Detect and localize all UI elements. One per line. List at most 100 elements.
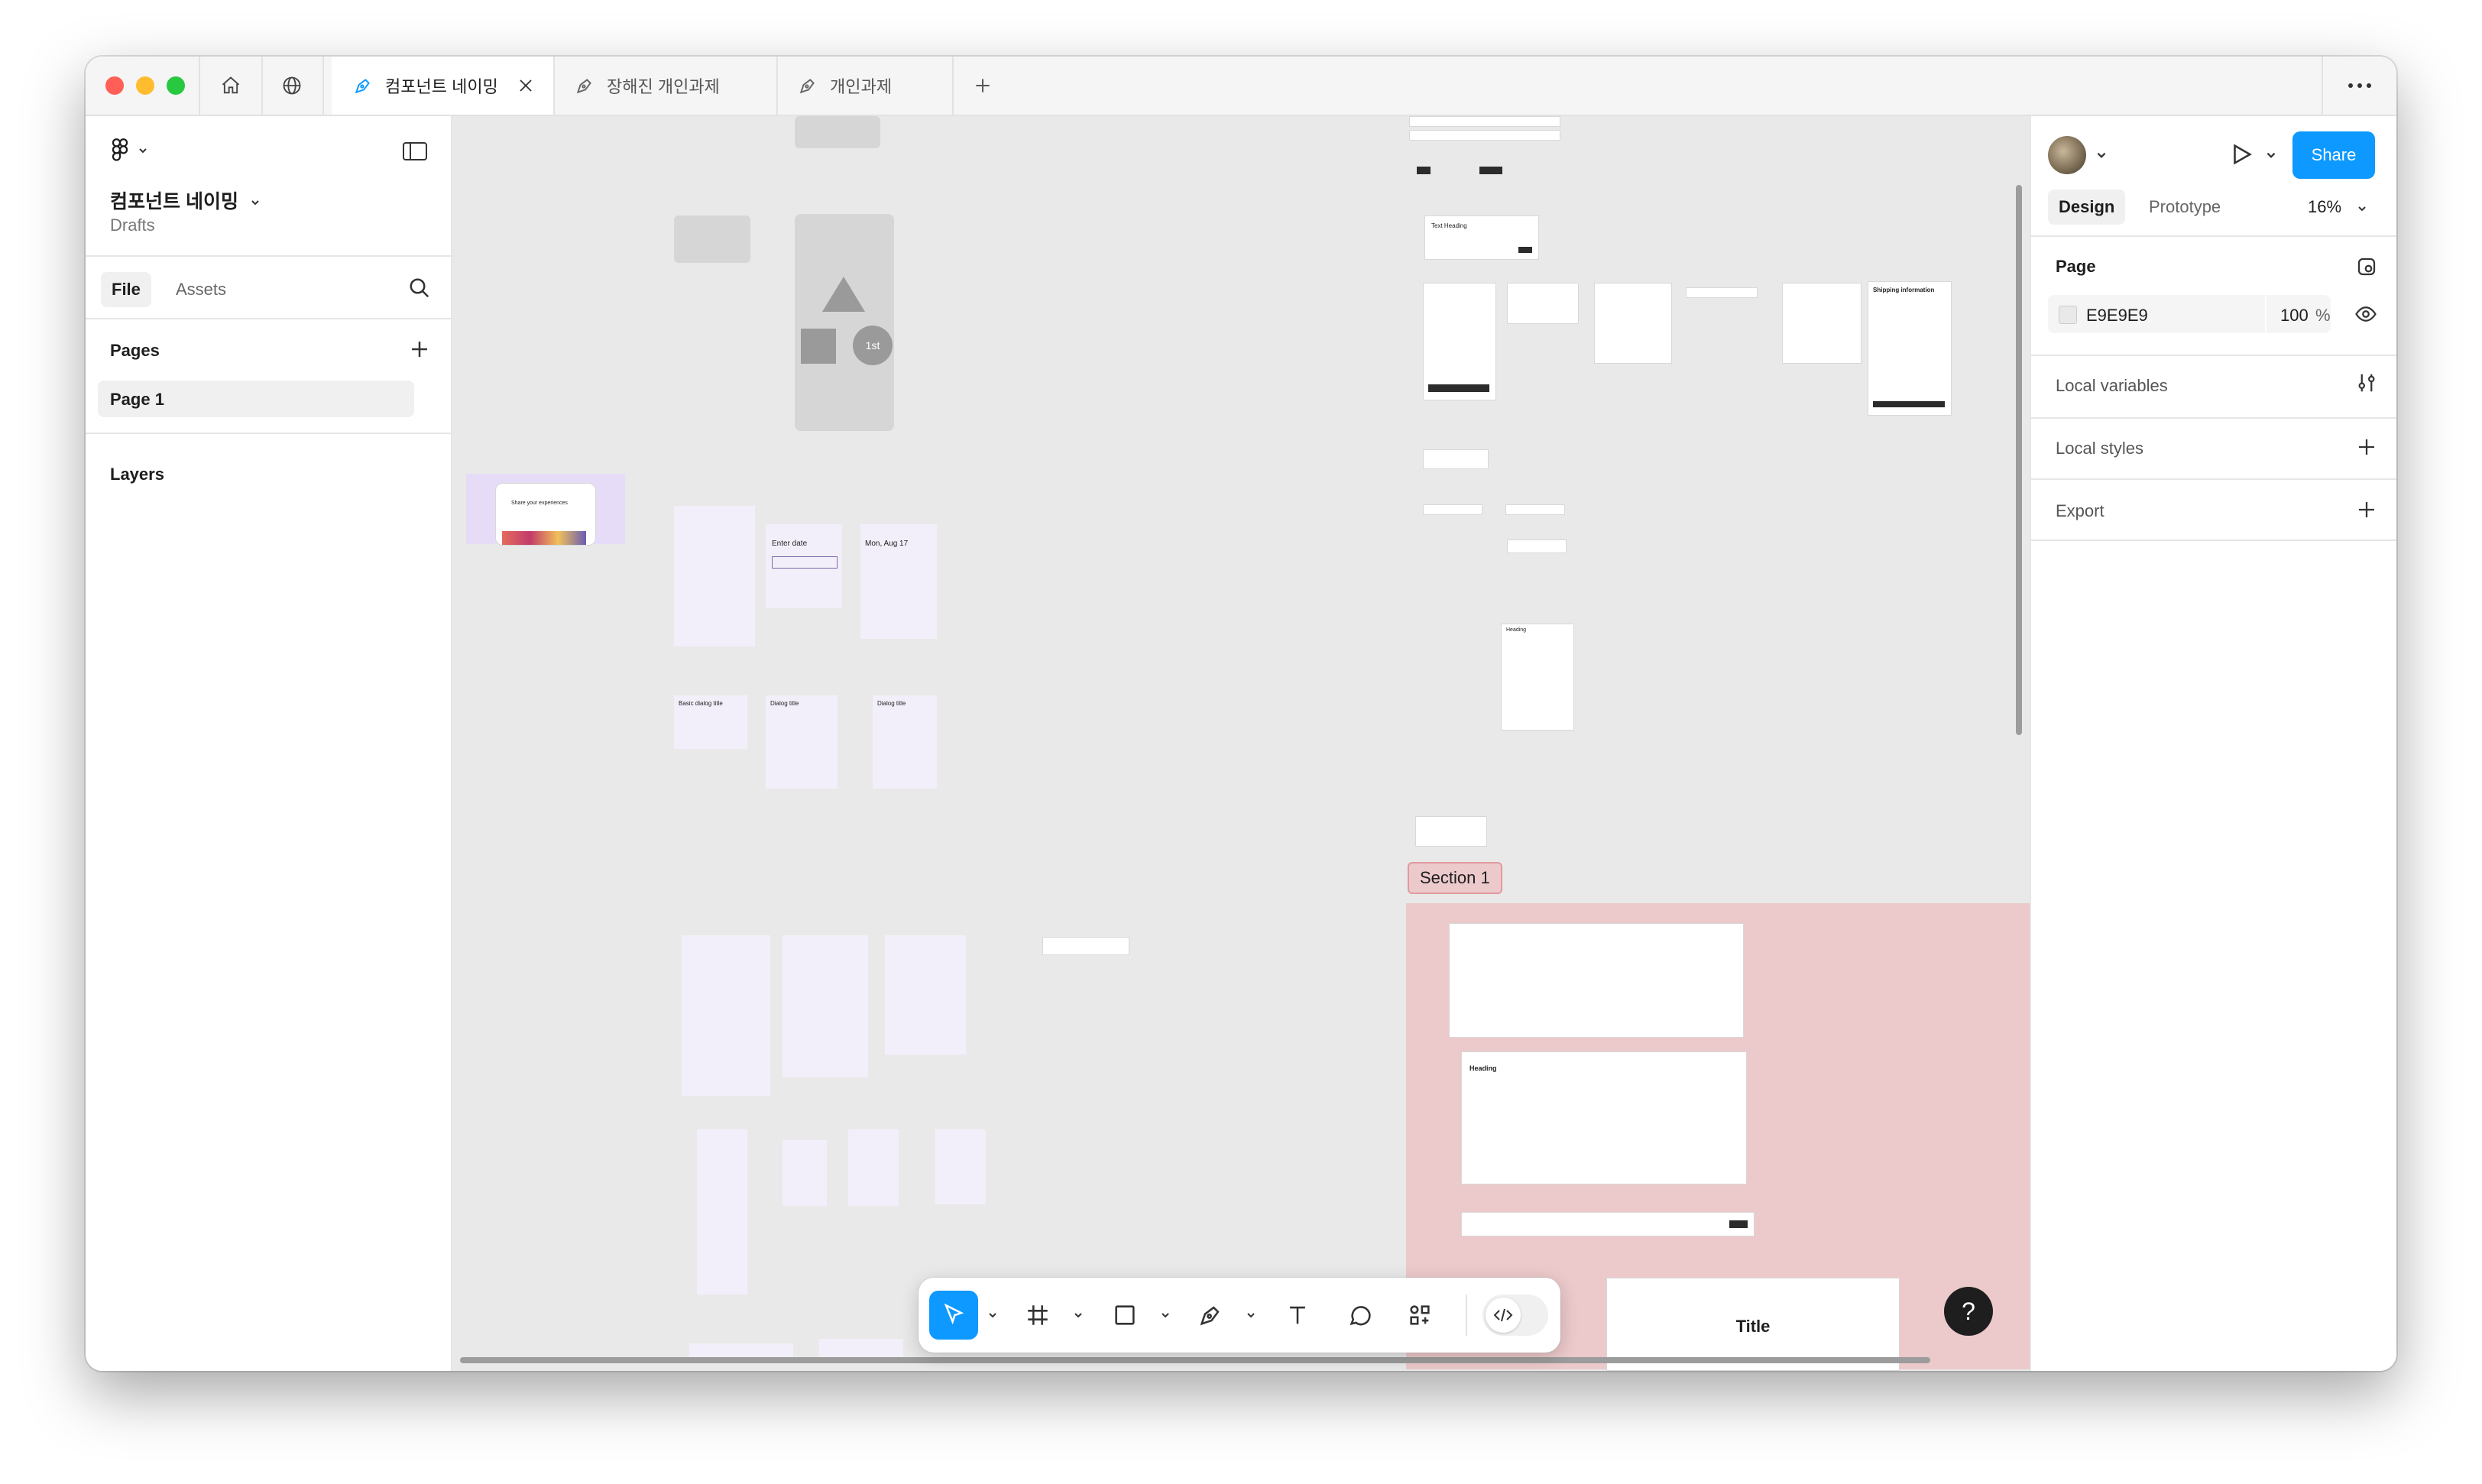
header-component[interactable] bbox=[1461, 1212, 1755, 1236]
dev-mode-toggle[interactable] bbox=[1482, 1294, 1548, 1336]
home-button[interactable] bbox=[199, 57, 263, 115]
canvas[interactable]: 1st Share your experiences Enter date Mo… bbox=[452, 116, 2030, 1371]
actions-tool-button[interactable] bbox=[1395, 1291, 1444, 1340]
date-input-component[interactable]: Enter date bbox=[766, 524, 842, 608]
avatar[interactable] bbox=[2048, 136, 2086, 174]
minimize-window-button[interactable] bbox=[136, 76, 154, 95]
form-component[interactable] bbox=[1594, 283, 1672, 364]
file-location[interactable]: Drafts bbox=[110, 215, 155, 235]
chevron-down-icon[interactable] bbox=[1246, 1311, 1256, 1319]
vertical-scrollbar[interactable] bbox=[2016, 185, 2022, 735]
divider bbox=[86, 318, 451, 319]
date-picker-component[interactable]: Mon, Aug 17 bbox=[860, 524, 937, 639]
select-field[interactable] bbox=[1505, 504, 1565, 515]
variables-button[interactable] bbox=[2355, 371, 2378, 398]
tab-assets[interactable]: Assets bbox=[176, 280, 226, 300]
select-field[interactable] bbox=[1409, 116, 1560, 127]
present-button[interactable] bbox=[2228, 141, 2254, 172]
zoom-control[interactable]: 16% bbox=[2308, 197, 2367, 217]
shape-tool-button[interactable] bbox=[1100, 1291, 1149, 1340]
add-style-button[interactable] bbox=[2355, 436, 2378, 462]
footer-component[interactable] bbox=[1449, 923, 1744, 1038]
shipping-form[interactable]: Shipping information bbox=[1868, 281, 1952, 416]
tab-file-2[interactable]: 장해진 개인과제 bbox=[553, 57, 778, 115]
chevron-down-icon[interactable] bbox=[2095, 150, 2108, 160]
color-swatch[interactable] bbox=[2059, 306, 2077, 324]
select-field[interactable] bbox=[1409, 130, 1560, 141]
local-styles[interactable]: Local styles bbox=[2056, 439, 2143, 458]
horizontal-scrollbar[interactable] bbox=[460, 1357, 1930, 1363]
select-field[interactable] bbox=[1423, 504, 1482, 515]
button-component[interactable] bbox=[1417, 167, 1431, 174]
menu-component[interactable]: Heading bbox=[1501, 624, 1574, 731]
main-menu-button[interactable] bbox=[110, 138, 148, 167]
frame-tool-button[interactable] bbox=[1013, 1291, 1062, 1340]
more-options-button[interactable] bbox=[2322, 57, 2396, 115]
community-button[interactable] bbox=[261, 57, 324, 115]
section-label[interactable]: Section 1 bbox=[1408, 862, 1502, 894]
shape-component[interactable] bbox=[674, 215, 750, 263]
layers-heading: Layers bbox=[110, 465, 164, 484]
local-variables[interactable]: Local variables bbox=[2056, 376, 2168, 396]
menu-component[interactable] bbox=[848, 1129, 899, 1206]
file-name[interactable]: 컴포넌트 네이밍 bbox=[110, 186, 261, 214]
feature-grid-component[interactable]: Heading bbox=[1461, 1051, 1747, 1184]
new-tab-button[interactable] bbox=[952, 57, 1013, 115]
move-tool-button[interactable] bbox=[929, 1291, 978, 1340]
divider bbox=[2031, 235, 2396, 237]
tab-design[interactable]: Design bbox=[2048, 190, 2126, 225]
form-component[interactable] bbox=[1507, 283, 1579, 324]
text-tool-button[interactable] bbox=[1273, 1291, 1322, 1340]
list-component[interactable] bbox=[885, 935, 966, 1055]
modal-button bbox=[1518, 247, 1532, 253]
page-color-field[interactable]: E9E9E9 100 % bbox=[2048, 295, 2331, 333]
input-field[interactable] bbox=[1423, 449, 1489, 469]
comment-tool-button[interactable] bbox=[1336, 1291, 1385, 1340]
menu-component[interactable] bbox=[697, 1129, 747, 1294]
pen-tool-button[interactable] bbox=[1186, 1291, 1235, 1340]
form-component[interactable] bbox=[1423, 283, 1496, 400]
image-placeholder[interactable]: 1st bbox=[795, 214, 894, 431]
tab-file-3[interactable]: 개인과제 bbox=[776, 57, 954, 115]
color-hex[interactable]: E9E9E9 bbox=[2086, 306, 2148, 326]
tab-prototype[interactable]: Prototype bbox=[2149, 197, 2221, 217]
dialog-component[interactable]: Basic dialog title bbox=[674, 695, 747, 749]
toggle-ui-button[interactable] bbox=[402, 141, 428, 166]
input-field[interactable] bbox=[1507, 539, 1567, 553]
opacity-value[interactable]: 100 bbox=[2280, 306, 2309, 326]
close-window-button[interactable] bbox=[105, 76, 124, 95]
chevron-down-icon[interactable] bbox=[987, 1311, 998, 1319]
list-component[interactable] bbox=[783, 935, 868, 1077]
card-component[interactable]: Share your experiences bbox=[466, 474, 625, 546]
list-component[interactable] bbox=[682, 935, 770, 1096]
tab-file[interactable]: File bbox=[101, 272, 151, 307]
list-item[interactable] bbox=[1042, 937, 1129, 955]
visibility-toggle[interactable] bbox=[2354, 303, 2378, 329]
dialog-component[interactable]: Dialog title bbox=[873, 695, 937, 789]
tab-file-1[interactable]: 컴포넌트 네이밍 bbox=[332, 57, 555, 115]
zoom-window-button[interactable] bbox=[167, 76, 185, 95]
button-component[interactable] bbox=[1479, 167, 1502, 174]
page-item-page-1[interactable]: Page 1 bbox=[98, 381, 414, 417]
notification-component[interactable] bbox=[1415, 816, 1487, 847]
help-button[interactable]: ? bbox=[1944, 1287, 1993, 1336]
menu-component[interactable] bbox=[935, 1129, 986, 1204]
chevron-down-icon[interactable] bbox=[1160, 1311, 1171, 1319]
nav-bar-component[interactable] bbox=[689, 1343, 793, 1359]
share-button[interactable]: Share bbox=[2292, 131, 2375, 179]
close-icon[interactable] bbox=[517, 76, 535, 95]
add-page-button[interactable] bbox=[408, 338, 431, 365]
dialog-component[interactable]: Dialog title bbox=[766, 695, 838, 789]
newsletter-component[interactable] bbox=[1686, 287, 1758, 298]
page-style-button[interactable] bbox=[2355, 255, 2378, 282]
menu-component[interactable] bbox=[783, 1140, 827, 1206]
search-button[interactable] bbox=[408, 277, 431, 303]
chevron-down-icon[interactable] bbox=[1073, 1311, 1084, 1319]
export-heading[interactable]: Export bbox=[2056, 501, 2105, 521]
date-picker-component[interactable] bbox=[674, 506, 755, 646]
add-export-button[interactable] bbox=[2355, 498, 2378, 525]
shape-component[interactable] bbox=[795, 116, 880, 148]
modal-component[interactable]: Text Heading bbox=[1424, 215, 1539, 260]
form-component[interactable] bbox=[1782, 283, 1862, 364]
chevron-down-icon[interactable] bbox=[2265, 150, 2277, 160]
